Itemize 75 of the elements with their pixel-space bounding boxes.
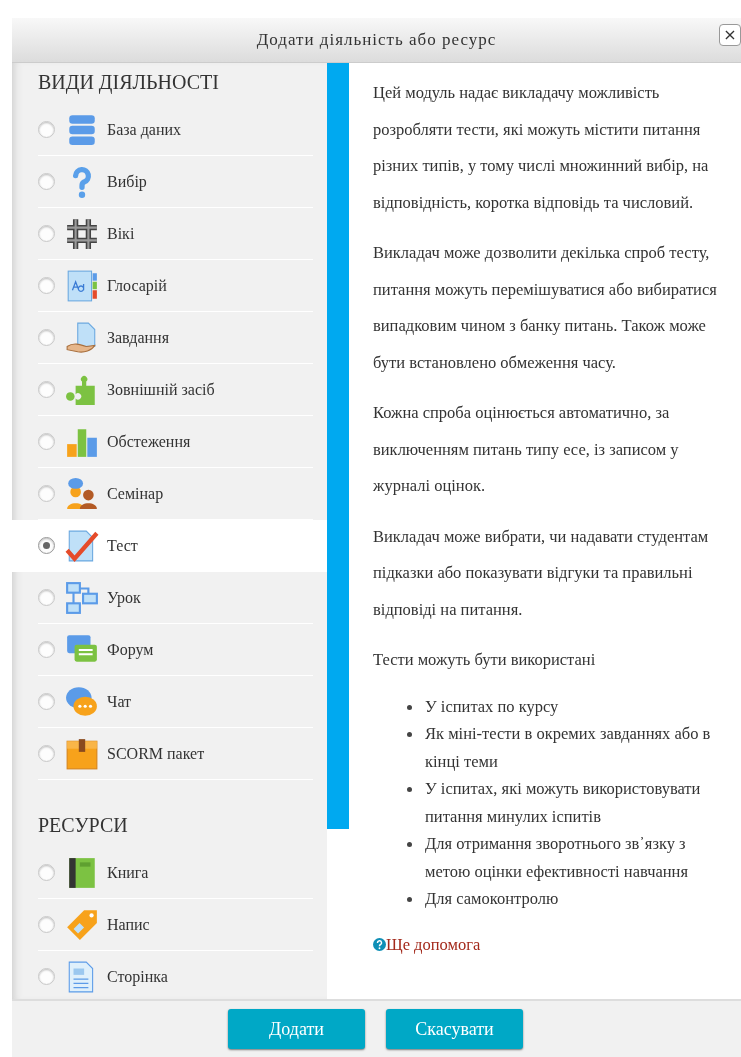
module-option[interactable]: Напис bbox=[38, 899, 313, 951]
radio-button[interactable] bbox=[38, 329, 55, 346]
module-option[interactable]: Глосарій bbox=[38, 260, 313, 312]
module-name: Напис bbox=[107, 915, 150, 934]
description-paragraph: Кожна спроба оцінюється автоматично, за виключенням питань типу есе, із записом у журналі оцінок. bbox=[373, 402, 680, 497]
list-item: Для отримання зворотнього зв᾿язку з метою оцінки ефективності навчання bbox=[407, 830, 731, 885]
module-name: Вікі bbox=[107, 224, 135, 243]
list-item: Для самоконтролю bbox=[407, 885, 731, 913]
radio-button[interactable] bbox=[38, 121, 55, 138]
module-option[interactable]: Чат bbox=[38, 676, 313, 728]
bullet-icon bbox=[407, 732, 412, 737]
radio-button[interactable] bbox=[38, 968, 55, 985]
module-name: SCORM пакет bbox=[107, 744, 205, 763]
package-box-icon bbox=[65, 736, 99, 771]
radio-button[interactable] bbox=[38, 225, 55, 242]
module-name: Сторінка bbox=[107, 967, 168, 986]
module-option[interactable]: Обстеження bbox=[38, 416, 313, 468]
module-option[interactable]: База даних bbox=[38, 104, 313, 156]
module-option[interactable]: Книга bbox=[38, 847, 313, 899]
radio-button[interactable] bbox=[38, 641, 55, 658]
radio-button[interactable] bbox=[38, 537, 55, 554]
module-option[interactable]: SCORM пакет bbox=[38, 728, 313, 780]
module-name: Форум bbox=[107, 640, 154, 659]
radio-button[interactable] bbox=[38, 916, 55, 933]
description-paragraph: Викладач може дозволити декілька спроб тесту, питання можуть перемішуватися або вибиратися випадковим чином з банку питань. Також може бути встановлено обмеження часу. bbox=[373, 242, 718, 374]
radio-button[interactable] bbox=[38, 589, 55, 606]
bullet-icon bbox=[407, 897, 412, 902]
module-option[interactable]: Урок bbox=[38, 572, 313, 624]
module-name: Тест bbox=[107, 536, 138, 555]
module-name: Семінар bbox=[107, 484, 164, 503]
bullet-icon bbox=[407, 842, 412, 847]
module-option[interactable]: Тест bbox=[12, 520, 327, 572]
module-name: База даних bbox=[107, 120, 182, 139]
list-item: У іспитах, які можуть використовувати питання минулих іспитів bbox=[407, 775, 731, 830]
module-name: Глосарій bbox=[107, 276, 167, 295]
radio-button[interactable] bbox=[38, 277, 55, 294]
radio-button[interactable] bbox=[38, 485, 55, 502]
help-link[interactable]: Ще допомога bbox=[386, 934, 481, 955]
description-paragraph: Викладач може вибрати, чи надавати студентам підказки або показувати відгуки та правильні відповіді на питання. bbox=[373, 525, 710, 621]
help-icon bbox=[373, 938, 386, 951]
close-button[interactable]: × bbox=[719, 24, 741, 46]
description-paragraph: Тести можуть бути використані bbox=[373, 649, 597, 671]
radio-button[interactable] bbox=[38, 745, 55, 762]
people-icon bbox=[65, 476, 99, 511]
dialog-title: Додати діяльність або ресурс bbox=[256, 30, 497, 50]
module-option[interactable]: Вікі bbox=[38, 208, 313, 260]
module-name: Книга bbox=[107, 863, 149, 882]
module-name: Завдання bbox=[107, 328, 169, 347]
module-option[interactable]: Вибір bbox=[38, 156, 313, 208]
module-option[interactable]: Форум bbox=[38, 624, 313, 676]
module-option[interactable]: Завдання bbox=[38, 312, 313, 364]
description-paragraph: Цей модуль надає викладачу можливість розробляти тести, які можуть містити питання різних типів, у тому числі множинний вибір, на відповідність, коротка відповідь та числовий. bbox=[373, 82, 710, 214]
bullet-icon bbox=[407, 787, 412, 792]
radio-button[interactable] bbox=[38, 381, 55, 398]
list-item: У іспитах по курсу bbox=[407, 692, 731, 720]
checkmark-document-icon bbox=[65, 528, 99, 563]
radio-button[interactable] bbox=[38, 433, 55, 450]
module-name: Чат bbox=[107, 692, 132, 711]
glossary-book-icon bbox=[65, 268, 99, 303]
tag-icon bbox=[65, 907, 99, 942]
radio-button[interactable] bbox=[38, 864, 55, 881]
section-heading: РЕСУРСИ bbox=[37, 813, 129, 838]
radio-button[interactable] bbox=[38, 173, 55, 190]
chat-bubbles-icon bbox=[65, 684, 99, 719]
module-name: Вибір bbox=[107, 172, 147, 191]
module-name: Обстеження bbox=[107, 432, 191, 451]
flowchart-icon bbox=[65, 580, 99, 615]
module-name: Урок bbox=[107, 588, 141, 607]
list-item: Як міні-тести в окремих завданнях або в кінці теми bbox=[407, 720, 731, 775]
bullet-icon bbox=[407, 704, 412, 710]
module-option[interactable]: Зовнішній засіб bbox=[38, 364, 313, 416]
puzzle-grid-icon bbox=[65, 216, 99, 251]
section-heading: ВИДИ ДІЯЛЬНОСТІ bbox=[37, 70, 220, 96]
module-name: Зовнішній засіб bbox=[107, 380, 215, 399]
radio-button[interactable] bbox=[38, 693, 55, 710]
